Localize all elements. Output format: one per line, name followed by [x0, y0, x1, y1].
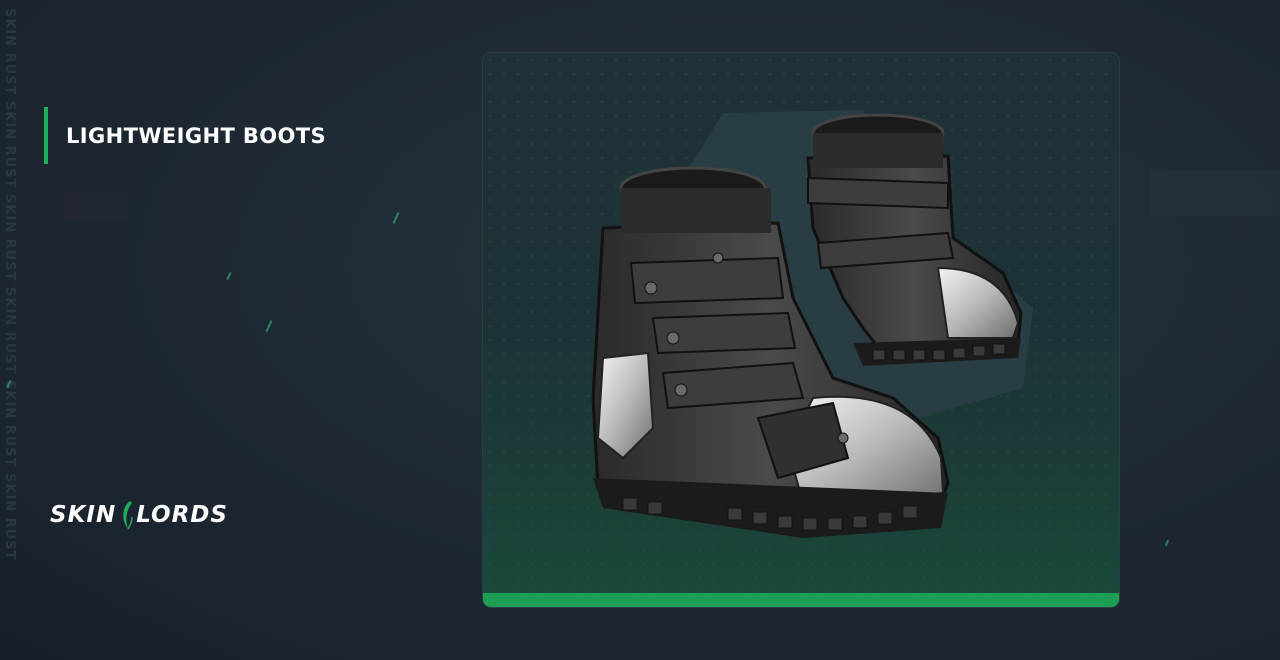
card-rarity-bar	[483, 593, 1119, 607]
side-watermark: SKIN RUST SKIN RUST SKIN RUST SKIN RUST …	[2, 8, 17, 561]
item-title: LIGHTWEIGHT BOOTS	[66, 123, 327, 148]
spark-decoration	[392, 212, 400, 224]
faded-badge	[64, 192, 128, 222]
spark-decoration	[1164, 539, 1170, 547]
title-accent-bar	[44, 107, 48, 164]
spark-decoration	[226, 271, 232, 281]
item-title-block: LIGHTWEIGHT BOOTS	[44, 107, 326, 164]
item-preview-card	[483, 53, 1119, 607]
spark-decoration	[265, 320, 273, 332]
logo-text-left: SKIN	[50, 502, 117, 528]
logo-text-right: LORDS	[136, 502, 228, 528]
faded-panel	[1150, 170, 1280, 216]
skinlords-logo: SKIN LORDS	[50, 500, 228, 530]
crescent-blade-icon	[123, 501, 133, 530]
boots-icon	[591, 110, 1033, 538]
